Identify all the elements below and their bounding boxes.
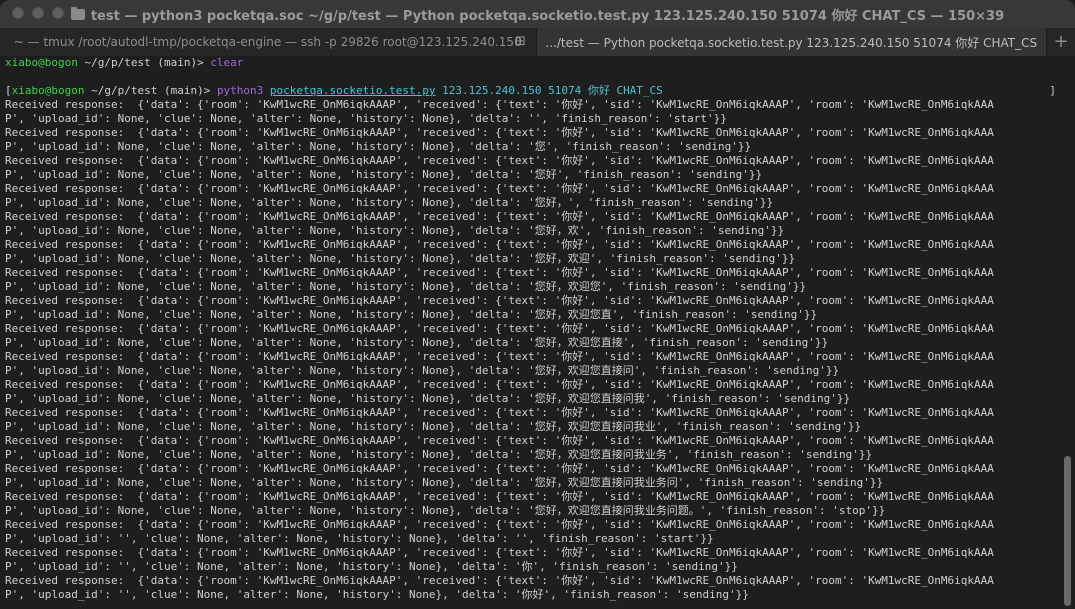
prompt-line-clear: xiabo@bogon ~/g/p/test (main)> clear [5, 56, 1060, 70]
prompt-path: ~/g/p/test (main)> [84, 84, 217, 97]
output-line: Received response: {'data': {'room': 'Kw… [5, 266, 994, 279]
prompt-bracket: [ [5, 84, 12, 97]
window-title: test — python3 pocketqa.soc ~/g/p/test —… [90, 8, 1005, 24]
command-file-link[interactable]: pocketqa.socketio.test.py [270, 84, 436, 97]
output-line: P', 'upload_id': None, 'clue': None, 'al… [5, 392, 851, 405]
title-bar[interactable]: test — python3 pocketqa.soc ~/g/p/test —… [0, 0, 1075, 28]
output-line: P', 'upload_id': None, 'clue': None, 'al… [5, 280, 807, 293]
output-line: P', 'upload_id': None, 'clue': None, 'al… [5, 476, 884, 489]
output-line: Received response: {'data': {'room': 'Kw… [5, 238, 994, 251]
prompt-user: xiabo@bogon [5, 56, 78, 69]
new-tab-button[interactable]: + [1046, 28, 1075, 56]
output-line: Received response: {'data': {'room': 'Kw… [5, 546, 994, 559]
output-line: Received response: {'data': {'room': 'Kw… [5, 574, 994, 587]
tab-label: .../test — Python pocketqa.socketio.test… [545, 35, 1038, 50]
terminal-window: test — python3 pocketqa.soc ~/g/p/test —… [0, 0, 1075, 609]
prompt-command: clear [210, 56, 244, 69]
output-line: Received response: {'data': {'room': 'Kw… [5, 210, 994, 223]
output-line: P', 'upload_id': None, 'clue': None, 'al… [5, 252, 796, 265]
output-line: P', 'upload_id': None, 'clue': None, 'al… [5, 308, 818, 321]
output-line: Received response: {'data': {'room': 'Kw… [5, 350, 994, 363]
folder-icon [70, 7, 85, 20]
output-line: P', 'upload_id': None, 'clue': None, 'al… [5, 112, 727, 125]
scrollbar[interactable] [1060, 56, 1075, 609]
zoom-window-button[interactable] [52, 7, 64, 19]
scrollbar-thumb[interactable] [1064, 456, 1071, 606]
output-line: P', 'upload_id': None, 'clue': None, 'al… [5, 140, 752, 153]
output-line: P', 'upload_id': None, 'clue': None, 'al… [5, 196, 774, 209]
output-line: Received response: {'data': {'room': 'Kw… [5, 434, 994, 447]
output-line: Received response: {'data': {'room': 'Kw… [5, 182, 994, 195]
command-args: 123.125.240.150 51074 你好 CHAT_CS [435, 84, 663, 97]
close-window-button[interactable] [12, 7, 24, 19]
output-line: P', 'upload_id': None, 'clue': None, 'al… [5, 336, 829, 349]
output-line: Received response: {'data': {'room': 'Kw… [5, 154, 994, 167]
output-line: Received response: {'data': {'room': 'Kw… [5, 378, 994, 391]
output-line: Received response: {'data': {'room': 'Kw… [5, 98, 994, 111]
output-line: Received response: {'data': {'room': 'Kw… [5, 322, 994, 335]
output-line: P', 'upload_id': '', 'clue': None, 'alte… [5, 532, 714, 545]
tab-python-test[interactable]: .../test — Python pocketqa.socketio.test… [535, 28, 1047, 56]
window-title-group: test — python3 pocketqa.soc ~/g/p/test —… [0, 0, 1075, 28]
output-line: P', 'upload_id': '', 'clue': None, 'alte… [5, 560, 738, 573]
terminal-output[interactable]: xiabo@bogon ~/g/p/test (main)> clear [xi… [0, 56, 1060, 609]
output-line: Received response: {'data': {'room': 'Kw… [5, 518, 994, 531]
output-line: Received response: {'data': {'room': 'Kw… [5, 294, 994, 307]
window-controls [12, 7, 64, 19]
output-line: Received response: {'data': {'room': 'Kw… [5, 490, 994, 503]
output-line: P', 'upload_id': None, 'clue': None, 'al… [5, 364, 840, 377]
output-line: P', 'upload_id': None, 'clue': None, 'al… [5, 420, 862, 433]
output-line: P', 'upload_id': None, 'clue': None, 'al… [5, 504, 886, 517]
prompt-right-bracket: ] [1049, 84, 1056, 97]
output-line: Received response: {'data': {'room': 'Kw… [5, 406, 994, 419]
output-line: P', 'upload_id': None, 'clue': None, 'al… [5, 168, 763, 181]
output-line: P', 'upload_id': None, 'clue': None, 'al… [5, 224, 785, 237]
tab-bar: ~ — tmux /root/autodl-tmp/pocketqa-engin… [0, 28, 1075, 56]
prompt-line-python: [xiabo@bogon ~/g/p/test (main)> python3 … [5, 84, 1060, 98]
tab-split-icon[interactable]: ⊞ [514, 35, 528, 49]
minimize-window-button[interactable] [32, 7, 44, 19]
prompt-command: python3 [216, 84, 270, 97]
tab-tmux-ssh[interactable]: ~ — tmux /root/autodl-tmp/pocketqa-engin… [0, 28, 536, 56]
output-line: P', 'upload_id': None, 'clue': None, 'al… [5, 448, 873, 461]
output-line: P', 'upload_id': '', 'clue': None, 'alte… [5, 588, 749, 601]
output-line: Received response: {'data': {'room': 'Kw… [5, 126, 994, 139]
prompt-user: xiabo@bogon [11, 84, 85, 97]
tab-label: ~ — tmux /root/autodl-tmp/pocketqa-engin… [13, 35, 522, 49]
prompt-path: ~/g/p/test (main)> [77, 56, 211, 69]
output-lines: Received response: {'data': {'room': 'Kw… [5, 98, 1060, 602]
output-line: Received response: {'data': {'room': 'Kw… [5, 462, 994, 475]
